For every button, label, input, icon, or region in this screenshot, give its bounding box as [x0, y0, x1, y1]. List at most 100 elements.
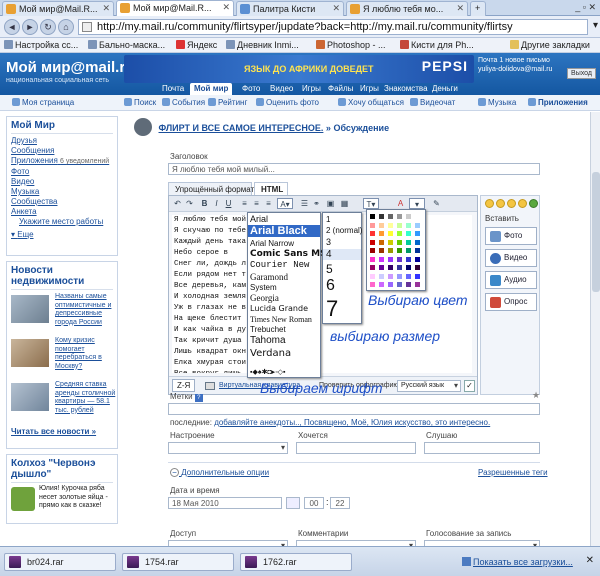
insert-audio-button[interactable]: Аудио: [485, 271, 537, 289]
bookmark-item[interactable]: Кисти для Ph...: [400, 40, 474, 50]
color-swatch[interactable]: [387, 272, 394, 280]
color-swatch[interactable]: [369, 221, 376, 229]
tab-files[interactable]: Файлы: [324, 83, 357, 95]
kolkhoz-app-icon[interactable]: [11, 487, 35, 511]
color-swatch[interactable]: [405, 272, 412, 280]
check-icon[interactable]: ✓: [464, 380, 475, 392]
service-apps[interactable]: Приложения: [528, 98, 588, 107]
color-swatch[interactable]: [369, 213, 376, 220]
sidebar-item-messages[interactable]: Сообщения: [11, 146, 113, 156]
back-button[interactable]: ◄: [4, 19, 20, 35]
sidebar-item-communities[interactable]: Сообщества: [11, 197, 113, 207]
news-item[interactable]: Названы самые оптимистичные и депрессивн…: [11, 293, 113, 329]
redo-icon[interactable]: ↷: [184, 198, 195, 209]
color-swatch[interactable]: [414, 281, 421, 288]
community-avatar[interactable]: [134, 118, 152, 136]
link-icon[interactable]: ⚭: [311, 198, 322, 209]
tab-games-2[interactable]: Игры: [356, 83, 383, 95]
insert-photo-button[interactable]: Фото: [485, 227, 537, 245]
spellcheck-language-select[interactable]: Русский язык: [397, 380, 461, 392]
browser-tab-1[interactable]: Мой мир@Mail.R... ✕: [2, 1, 114, 16]
color-swatch[interactable]: [378, 255, 385, 263]
advertisement-banner[interactable]: ЯЗЫК ДО АФРИКИ ДОВЕДЕТ PEPSI: [124, 55, 474, 83]
color-swatch[interactable]: [378, 213, 385, 220]
size-option[interactable]: 4: [323, 249, 361, 260]
site-logo[interactable]: Мой мир@mail.ru национальная социальная …: [6, 59, 134, 84]
color-swatch[interactable]: [387, 221, 394, 229]
font-option[interactable]: Arial: [250, 214, 268, 224]
news-all-link[interactable]: Читать все новости »: [11, 427, 113, 437]
service-events[interactable]: События: [162, 98, 205, 107]
tab-html[interactable]: HTML: [254, 182, 288, 195]
font-size-button[interactable]: T▾: [363, 198, 379, 209]
browser-tab-4[interactable]: Я люблю тебя мо... ✕: [346, 1, 468, 16]
color-swatch[interactable]: [405, 213, 412, 220]
service-search[interactable]: Поиск: [124, 98, 156, 107]
show-all-downloads-link[interactable]: Показать все загрузки...: [462, 557, 573, 567]
color-swatch[interactable]: [369, 247, 376, 254]
insert-poll-button[interactable]: Опрос: [485, 293, 537, 311]
allowed-tags-link[interactable]: Разрешенные теги: [478, 468, 548, 477]
font-family-button[interactable]: A▾: [277, 198, 293, 209]
font-option[interactable]: Garamond: [250, 272, 288, 282]
color-swatch[interactable]: [369, 230, 376, 237]
color-swatch[interactable]: [405, 264, 412, 271]
other-bookmarks[interactable]: Другие закладки: [510, 40, 590, 50]
color-swatch[interactable]: [414, 221, 421, 229]
tab-simple-format[interactable]: Упрощённый формат: [168, 182, 254, 195]
bookmark-item[interactable]: Photoshop - ...: [316, 40, 386, 50]
font-option[interactable]: Georgia: [250, 293, 279, 303]
tab-dating[interactable]: Знакомства: [380, 83, 432, 95]
table-icon[interactable]: ▦: [339, 198, 350, 209]
font-option[interactable]: Trebuchet: [250, 325, 286, 334]
pencil-icon[interactable]: ✎: [431, 198, 442, 209]
smile-icon[interactable]: [518, 199, 527, 208]
calendar-icon[interactable]: [286, 497, 300, 509]
download-item[interactable]: 1762.rar: [240, 553, 352, 571]
star-icon[interactable]: ★: [532, 390, 540, 401]
sidebar-item-apps[interactable]: Приложения 6 уведомлений: [11, 156, 113, 167]
insert-video-button[interactable]: Видео: [485, 249, 537, 267]
color-swatch[interactable]: [369, 264, 376, 271]
sidebar-item-more[interactable]: ▾ Еще: [11, 230, 113, 240]
page-scrollbar[interactable]: [590, 112, 600, 546]
browser-tab-2[interactable]: Мой мир@Mail.R... ✕: [116, 0, 234, 16]
color-swatch[interactable]: [405, 255, 412, 263]
color-swatch[interactable]: [387, 238, 394, 246]
sidebar-item-profile[interactable]: Анкета: [11, 207, 113, 217]
align-right-icon[interactable]: ≡: [263, 198, 274, 209]
size-option[interactable]: 7: [326, 296, 338, 322]
size-option[interactable]: 1: [326, 215, 330, 224]
color-swatch[interactable]: [405, 230, 412, 237]
mood-select[interactable]: [168, 442, 288, 454]
size-option[interactable]: 5: [326, 262, 333, 276]
color-swatch[interactable]: [405, 238, 412, 246]
color-swatch[interactable]: [369, 255, 376, 263]
color-swatch[interactable]: [387, 255, 394, 263]
image-icon[interactable]: ▣: [325, 198, 336, 209]
color-swatch[interactable]: [378, 264, 385, 271]
menu-icon[interactable]: ▾: [593, 20, 598, 31]
color-swatch[interactable]: [396, 272, 403, 280]
color-swatch[interactable]: [396, 247, 403, 254]
color-swatch[interactable]: [396, 255, 403, 263]
color-swatch[interactable]: [396, 230, 403, 237]
smile-icon[interactable]: [485, 199, 494, 208]
color-swatch[interactable]: [378, 221, 385, 229]
tags-input[interactable]: [168, 403, 540, 415]
close-downloads-icon[interactable]: ✕: [586, 555, 594, 566]
font-option[interactable]: System: [250, 283, 277, 292]
keyboard-icon[interactable]: [205, 382, 215, 390]
color-swatch[interactable]: [378, 272, 385, 280]
hour-input[interactable]: 00: [304, 497, 324, 509]
sidebar-item-workplace[interactable]: Укажите место работы: [11, 217, 113, 227]
font-option[interactable]: Arial Black: [248, 225, 320, 238]
color-swatch[interactable]: [405, 281, 412, 288]
color-swatch[interactable]: [378, 238, 385, 246]
font-option[interactable]: Times New Roman: [250, 315, 312, 324]
text-color-icon[interactable]: A: [395, 198, 406, 209]
font-option[interactable]: Courier New: [250, 260, 309, 270]
breadcrumb-group[interactable]: ФЛИРТ И ВСЕ САМОЕ ИНТЕРЕСНОЕ.: [159, 123, 324, 133]
sidebar-item-friends[interactable]: Друзья: [11, 136, 113, 146]
list-icon[interactable]: ☰: [299, 198, 310, 209]
